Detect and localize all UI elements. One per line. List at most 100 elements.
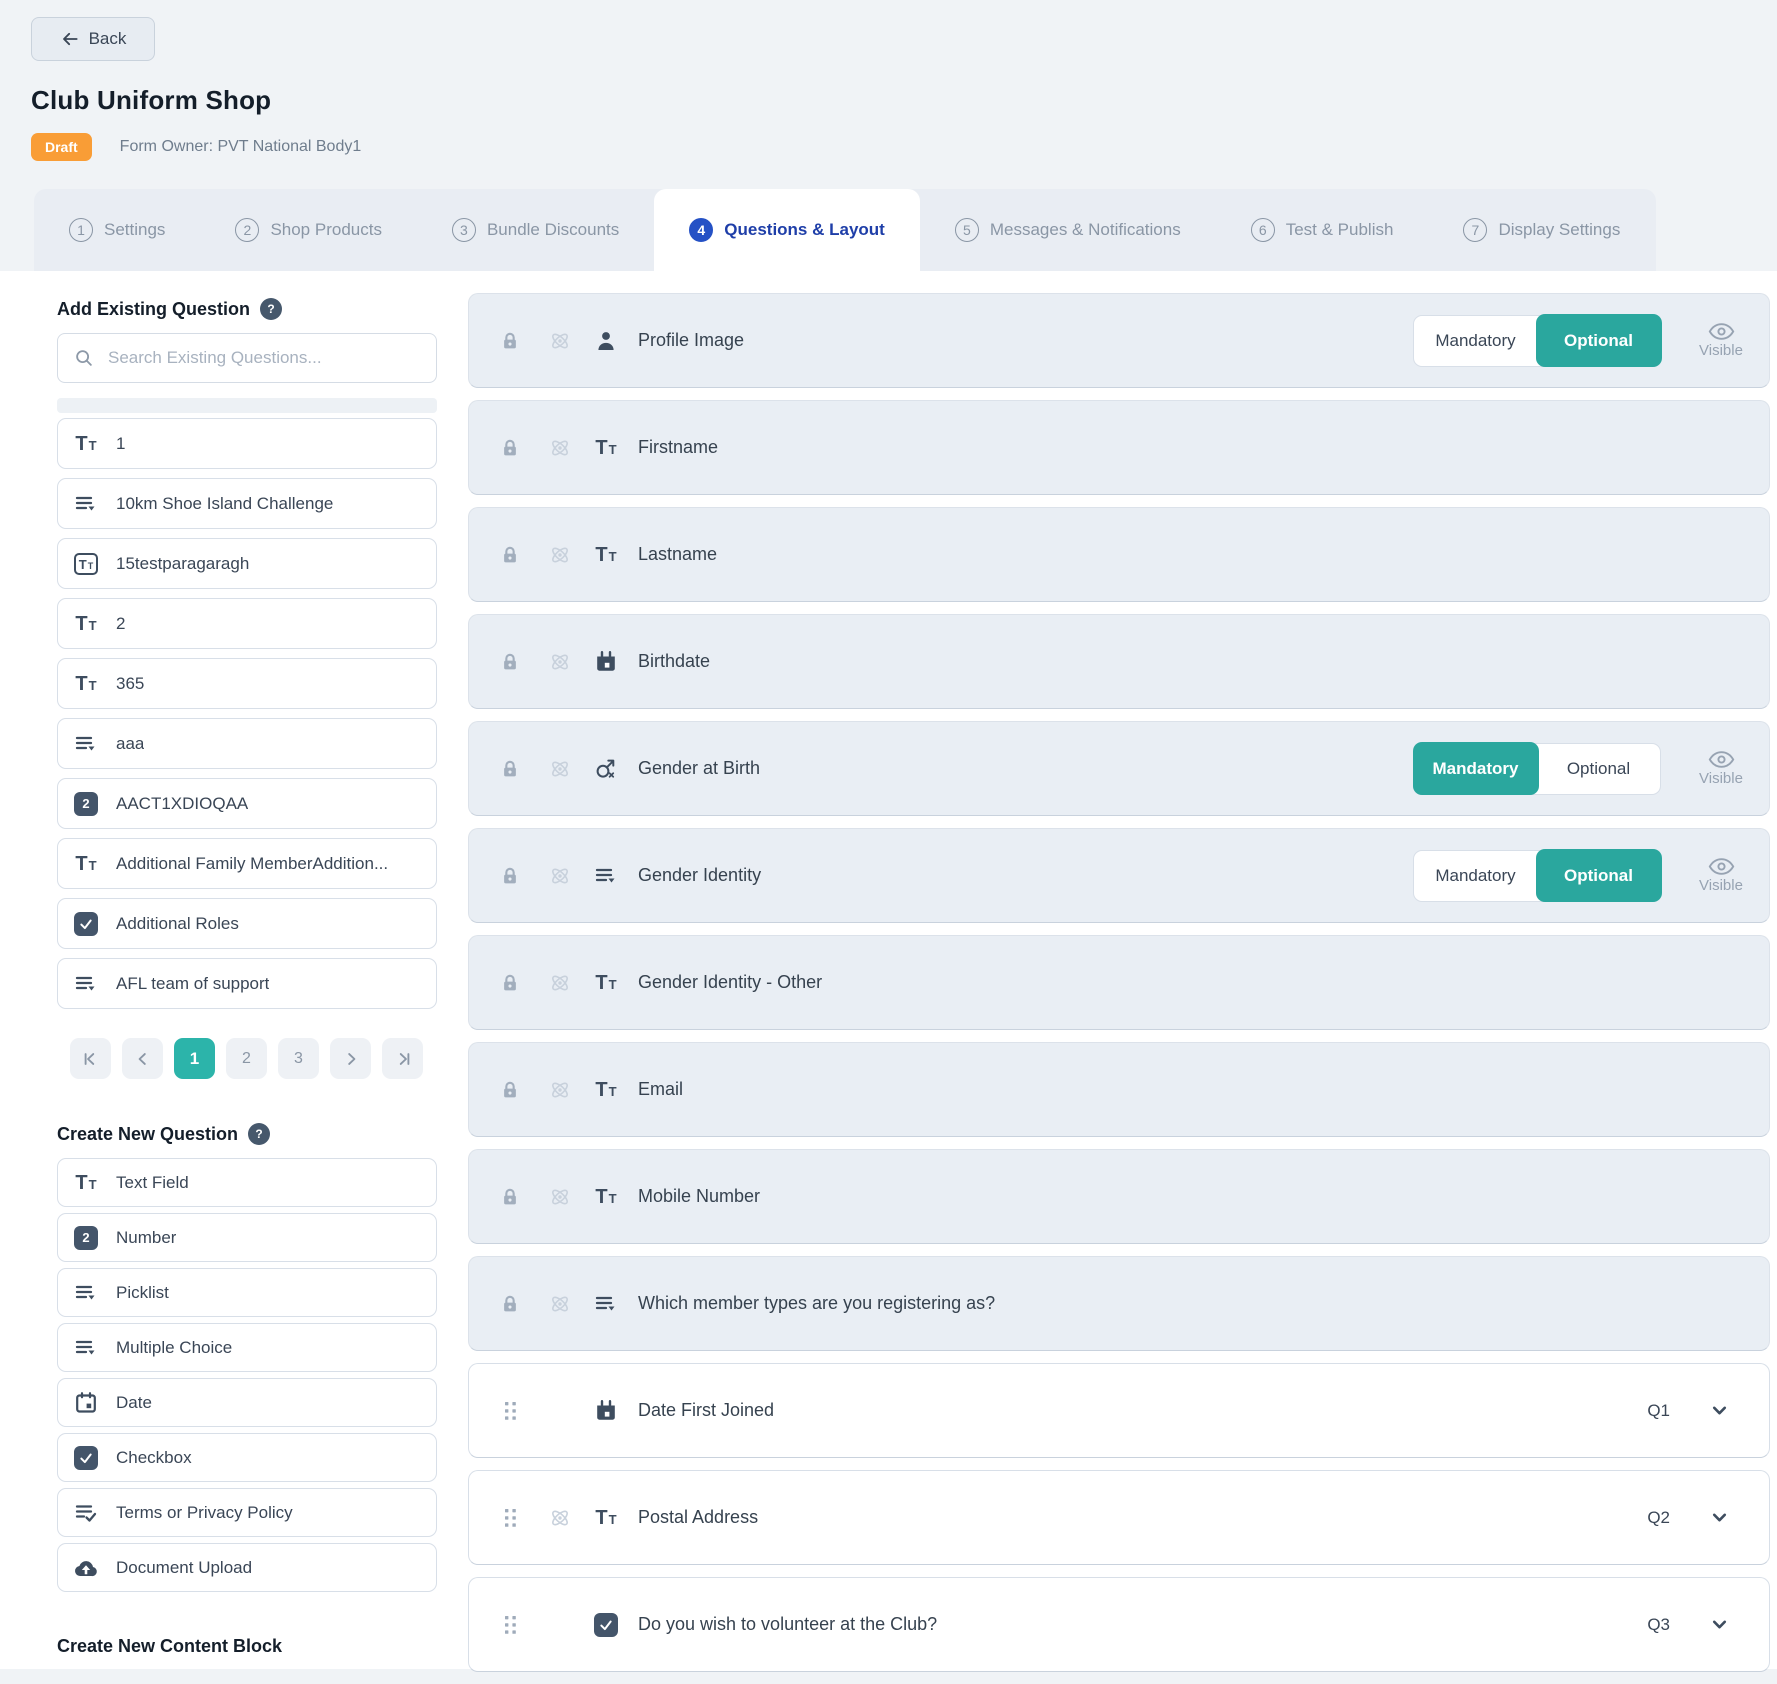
pagination-first-button[interactable]	[70, 1038, 111, 1079]
mandatory-optional-toggle: Mandatory Optional	[1413, 314, 1662, 367]
lock-icon	[499, 1293, 521, 1315]
text-field-icon: TT	[595, 971, 617, 994]
chevron-down-icon[interactable]	[1708, 1399, 1731, 1422]
optional-option[interactable]: Optional	[1535, 314, 1662, 367]
atom-icon	[548, 757, 572, 781]
tab-label: Shop Products	[270, 220, 382, 239]
question-label: Email	[638, 1079, 684, 1099]
help-icon[interactable]: ?	[248, 1123, 271, 1145]
mandatory-option[interactable]: Mandatory	[1414, 851, 1537, 901]
sidebar-item-terms-or-privacy-policy[interactable]: Terms or Privacy Policy	[57, 1488, 437, 1537]
text-field-icon: TT	[595, 1185, 617, 1208]
tab-bar: 1 Settings 2 Shop Products 3 Bundle Disc…	[34, 189, 1656, 271]
upload-icon	[73, 1557, 99, 1579]
tab-label: Messages & Notifications	[989, 220, 1181, 239]
question-row-mobile-number: T T Mobile Number	[468, 1149, 1770, 1244]
chevron-down-icon[interactable]	[1708, 1506, 1731, 1529]
checkbox-icon	[74, 911, 98, 936]
sidebar-item-10km-shoe-island-challenge[interactable]: 10km Shoe Island Challenge	[57, 478, 437, 529]
sidebar-item-document-upload[interactable]: Document Upload	[57, 1543, 437, 1592]
tab-messages-notifications[interactable]: 5 Messages & Notifications	[920, 189, 1216, 271]
number-icon: 2	[74, 791, 98, 816]
question-label: Postal Address	[638, 1507, 759, 1527]
sidebar-item-15testparagaragh[interactable]: TT 15testparagaragh	[57, 538, 437, 589]
tab-display-settings[interactable]: 7 Display Settings	[1428, 189, 1655, 271]
question-row-birthdate: Birthdate	[468, 614, 1770, 709]
sidebar-item-label: Text Field	[116, 1172, 189, 1192]
question-row-postal-address[interactable]: T T Postal Address Q2	[468, 1470, 1770, 1565]
list-scroll-track[interactable]	[57, 398, 437, 413]
sidebar-item-additional-family-memberaddition[interactable]: TT Additional Family MemberAddition...	[57, 838, 437, 889]
mandatory-option[interactable]: Mandatory	[1414, 316, 1537, 366]
question-sidebar: Add Existing Question ? TT 1 10km Shoe I…	[57, 298, 437, 1657]
eye-icon	[1708, 322, 1735, 341]
question-row-date-first-joined[interactable]: Date First Joined Q1	[468, 1363, 1770, 1458]
optional-option[interactable]: Optional	[1537, 744, 1660, 794]
text-field-icon: TT	[75, 432, 97, 455]
tab-test-publish[interactable]: 6 Test & Publish	[1216, 189, 1429, 271]
question-row-email: T T Email	[468, 1042, 1770, 1137]
chevron-down-icon[interactable]	[1708, 1613, 1731, 1636]
search-input[interactable]	[106, 347, 421, 369]
question-label: Do you wish to volunteer at the Club?	[638, 1614, 938, 1634]
mandatory-option[interactable]: Mandatory	[1412, 742, 1539, 795]
tab-label: Test & Publish	[1285, 220, 1394, 239]
sidebar-item-2[interactable]: TT 2	[57, 598, 437, 649]
sidebar-item-365[interactable]: TT 365	[57, 658, 437, 709]
lock-icon	[499, 865, 521, 887]
atom-icon	[548, 329, 572, 353]
pagination-page-1[interactable]: 1	[174, 1038, 215, 1079]
drag-handle-icon[interactable]	[503, 1507, 518, 1529]
question-row-do-you-wish-to-volunteer-at-the-club[interactable]: Do you wish to volunteer at the Club? Q3	[468, 1577, 1770, 1672]
atom-icon	[548, 1292, 572, 1316]
questions-layout-page: { "strings": { "back": "Back", "visible"…	[0, 0, 1777, 1672]
sidebar-item-label: AACT1XDIOQAA	[116, 793, 249, 813]
visibility-control[interactable]: Visible	[1689, 750, 1753, 787]
sidebar-item-date[interactable]: Date	[57, 1378, 437, 1427]
back-button[interactable]: Back	[31, 17, 155, 61]
lock-icon	[499, 1079, 521, 1101]
sidebar-item-aaa[interactable]: aaa	[57, 718, 437, 769]
atom-icon	[548, 650, 572, 674]
sidebar-item-checkbox[interactable]: Checkbox	[57, 1433, 437, 1482]
sidebar-item-afl-team-of-support[interactable]: AFL team of support	[57, 958, 437, 1009]
eye-icon	[1708, 857, 1735, 876]
question-label: Lastname	[638, 544, 718, 564]
question-row-profile-image: Profile Image Mandatory Optional Visible	[468, 293, 1770, 388]
drag-handle-icon[interactable]	[503, 1400, 518, 1422]
back-arrow-icon	[60, 29, 80, 49]
sidebar-item-1[interactable]: TT 1	[57, 418, 437, 469]
tab-questions-layout[interactable]: 4 Questions & Layout	[654, 189, 920, 271]
checkbox-icon	[74, 1445, 98, 1470]
help-icon[interactable]: ?	[260, 298, 283, 320]
tab-bundle-discounts[interactable]: 3 Bundle Discounts	[417, 189, 654, 271]
sidebar-item-multiple-choice[interactable]: Multiple Choice	[57, 1323, 437, 1372]
pagination-prev-button[interactable]	[122, 1038, 163, 1079]
sidebar-item-label: Checkbox	[116, 1447, 192, 1467]
picklist-icon	[74, 732, 98, 756]
tab-label: Settings	[104, 220, 166, 239]
pagination-last-button[interactable]	[382, 1038, 423, 1079]
visibility-control[interactable]: Visible	[1689, 857, 1753, 894]
tab-label: Display Settings	[1498, 220, 1621, 239]
sidebar-item-label: Picklist	[116, 1282, 169, 1302]
tab-settings[interactable]: 1 Settings	[34, 189, 200, 271]
pagination-page-2[interactable]: 2	[226, 1038, 267, 1079]
visibility-control[interactable]: Visible	[1689, 322, 1753, 359]
pagination-page-3[interactable]: 3	[278, 1038, 319, 1079]
question-number: Q3	[1647, 1614, 1670, 1634]
atom-icon	[548, 864, 572, 888]
sidebar-item-aact1xdioqaa[interactable]: 2 AACT1XDIOQAA	[57, 778, 437, 829]
sidebar-item-label: Number	[116, 1227, 177, 1247]
drag-handle-icon[interactable]	[503, 1614, 518, 1636]
tab-shop-products[interactable]: 2 Shop Products	[200, 189, 417, 271]
sidebar-item-picklist[interactable]: Picklist	[57, 1268, 437, 1317]
sidebar-item-additional-roles[interactable]: Additional Roles	[57, 898, 437, 949]
sidebar-item-number[interactable]: 2 Number	[57, 1213, 437, 1262]
back-button-label: Back	[88, 29, 127, 48]
sidebar-item-text-field[interactable]: TT Text Field	[57, 1158, 437, 1207]
optional-option[interactable]: Optional	[1535, 849, 1662, 902]
form-meta: Draft Form Owner: PVT National Body1	[31, 133, 361, 161]
pagination-next-button[interactable]	[330, 1038, 371, 1079]
text-field-icon: TT	[595, 1506, 617, 1529]
